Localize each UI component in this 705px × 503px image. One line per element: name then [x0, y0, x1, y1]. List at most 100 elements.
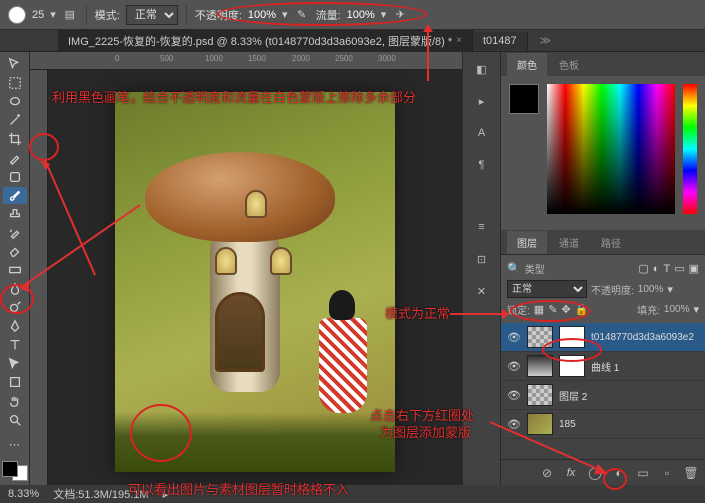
- crop-tool[interactable]: [3, 131, 27, 148]
- layer-item[interactable]: 👁 t0148770d3d3a6093e2: [501, 323, 705, 352]
- paragraph-panel-icon[interactable]: ¶: [471, 154, 493, 176]
- eraser-tool[interactable]: [3, 243, 27, 260]
- layer-blend-select[interactable]: 正常: [507, 280, 587, 298]
- layer-name[interactable]: 图层 2: [559, 388, 587, 403]
- lock-trans-icon[interactable]: ▦: [534, 303, 544, 316]
- brush-preview[interactable]: [8, 6, 26, 24]
- filter-smart-icon[interactable]: ▣: [689, 262, 699, 275]
- tab-color[interactable]: 颜色: [507, 53, 547, 76]
- lock-paint-icon[interactable]: ✎: [548, 303, 557, 316]
- move-tool[interactable]: [3, 56, 27, 73]
- filter-type-icon[interactable]: T: [663, 263, 670, 275]
- link-layers-icon[interactable]: ⊘: [539, 465, 555, 481]
- flow-label: 流量:: [316, 7, 341, 23]
- chevron-down-icon[interactable]: ▾: [693, 303, 699, 316]
- brush-panel-icon[interactable]: ▤: [62, 7, 78, 23]
- new-layer-icon[interactable]: ▫: [659, 465, 675, 481]
- gradient-tool[interactable]: [3, 262, 27, 279]
- add-mask-icon[interactable]: ◯: [587, 465, 603, 481]
- eyedropper-tool[interactable]: [3, 150, 27, 167]
- layer-fx-icon[interactable]: fx: [563, 465, 579, 481]
- edit-toolbar-icon[interactable]: ⋯: [3, 437, 27, 454]
- tab-layers[interactable]: 图层: [507, 231, 547, 254]
- blur-tool[interactable]: [3, 280, 27, 297]
- lasso-tool[interactable]: [3, 93, 27, 110]
- layer-thumb[interactable]: [527, 326, 553, 348]
- snap-panel-icon[interactable]: ⊡: [471, 248, 493, 270]
- chevron-down-icon[interactable]: ▾: [282, 8, 288, 21]
- group-icon[interactable]: ▭: [635, 465, 651, 481]
- mask-thumb[interactable]: [559, 355, 585, 377]
- lock-all-icon[interactable]: 🔒: [575, 303, 589, 316]
- tab-paths[interactable]: 路径: [591, 231, 631, 254]
- tab-document-1[interactable]: IMG_2225-恢复的-恢复的.psd @ 8.33% (t0148770d3…: [58, 30, 473, 52]
- airbrush-icon[interactable]: ✈: [392, 7, 408, 23]
- hand-tool[interactable]: [3, 393, 27, 410]
- character-panel-icon[interactable]: A: [471, 122, 493, 144]
- history-panel-icon[interactable]: ◧: [471, 58, 493, 80]
- pressure-opacity-icon[interactable]: ✎: [294, 7, 310, 23]
- color-current[interactable]: [509, 84, 539, 114]
- filter-shape-icon[interactable]: ▭: [674, 262, 684, 275]
- visibility-icon[interactable]: 👁: [507, 331, 521, 344]
- layer-item[interactable]: 👁 曲线 1: [501, 352, 705, 381]
- tab-overflow-icon[interactable]: ≫: [540, 34, 552, 47]
- layer-thumb[interactable]: [527, 413, 553, 435]
- color-swatches[interactable]: [2, 461, 28, 481]
- brush-tool[interactable]: [3, 187, 27, 204]
- heal-tool[interactable]: [3, 168, 27, 185]
- blend-mode-select[interactable]: 正常: [126, 5, 178, 25]
- ruler-vertical[interactable]: [30, 70, 48, 485]
- visibility-icon[interactable]: 👁: [507, 418, 521, 431]
- zoom-level[interactable]: 8.33%: [8, 488, 39, 500]
- layer-name[interactable]: 曲线 1: [591, 359, 619, 374]
- visibility-icon[interactable]: 👁: [507, 360, 521, 373]
- filter-kind[interactable]: 类型: [525, 261, 545, 276]
- layer-item[interactable]: 👁 185: [501, 410, 705, 439]
- layers-panel: 🔍 类型 ▢ ◐ T ▭ ▣ 正常 不透明度: 100% ▾ 锁定:: [501, 254, 705, 485]
- chevron-right-icon[interactable]: ▸: [163, 488, 169, 501]
- lock-pos-icon[interactable]: ✥: [561, 303, 570, 316]
- filter-adj-icon[interactable]: ◐: [653, 263, 660, 275]
- opacity-value[interactable]: 100%: [248, 9, 276, 21]
- layer-thumb[interactable]: [527, 355, 553, 377]
- chevron-down-icon[interactable]: ▾: [50, 8, 56, 21]
- type-tool[interactable]: [3, 337, 27, 354]
- visibility-icon[interactable]: 👁: [507, 389, 521, 402]
- brush-size[interactable]: 25: [32, 9, 44, 21]
- foreground-color[interactable]: [2, 461, 18, 477]
- layer-item[interactable]: 👁 图层 2: [501, 381, 705, 410]
- history-brush-tool[interactable]: [3, 224, 27, 241]
- delete-layer-icon[interactable]: 🗑: [683, 465, 699, 481]
- chevron-down-icon[interactable]: ▾: [381, 8, 387, 21]
- transform-panel-icon[interactable]: ✕: [471, 280, 493, 302]
- canvas[interactable]: [115, 92, 395, 472]
- fill-value[interactable]: 100%: [664, 304, 690, 315]
- close-icon[interactable]: ×: [456, 35, 462, 46]
- flow-value[interactable]: 100%: [347, 9, 375, 21]
- actions-panel-icon[interactable]: ▸: [471, 90, 493, 112]
- color-spectrum[interactable]: [547, 84, 675, 214]
- marquee-tool[interactable]: [3, 75, 27, 92]
- layer-name[interactable]: 185: [559, 419, 576, 430]
- layer-opacity[interactable]: 100%: [638, 284, 664, 295]
- layer-thumb[interactable]: [527, 384, 553, 406]
- chevron-down-icon[interactable]: ▾: [667, 283, 673, 296]
- path-tool[interactable]: [3, 355, 27, 372]
- pen-tool[interactable]: [3, 318, 27, 335]
- dodge-tool[interactable]: [3, 299, 27, 316]
- tab-document-2[interactable]: t01487: [473, 32, 528, 50]
- shape-tool[interactable]: [3, 374, 27, 391]
- adjustment-layer-icon[interactable]: ◐: [611, 465, 627, 481]
- filter-img-icon[interactable]: ▢: [638, 262, 648, 275]
- tab-channels[interactable]: 通道: [549, 231, 589, 254]
- hue-slider[interactable]: [683, 84, 697, 214]
- align-panel-icon[interactable]: ≡: [471, 216, 493, 238]
- layer-name[interactable]: t0148770d3d3a6093e2: [591, 332, 694, 343]
- tab-swatches[interactable]: 色板: [549, 53, 589, 76]
- mask-thumb[interactable]: [559, 326, 585, 348]
- wand-tool[interactable]: [3, 112, 27, 129]
- zoom-tool[interactable]: [3, 411, 27, 428]
- ruler-horizontal[interactable]: 0 500 1000 1500 2000 2500 3000: [30, 52, 462, 70]
- stamp-tool[interactable]: [3, 206, 27, 223]
